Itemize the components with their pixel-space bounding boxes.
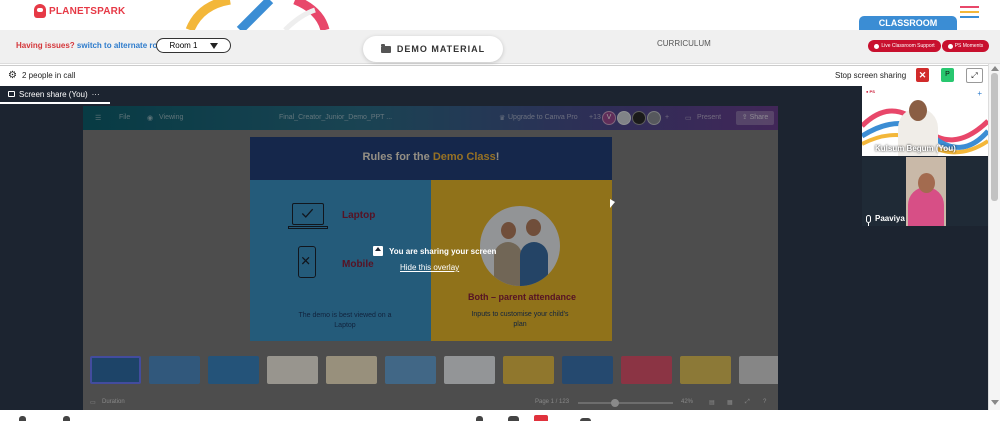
end-call-icon[interactable]: [534, 415, 548, 421]
participant-tile[interactable]: Paaviya: [862, 157, 988, 226]
bottom-controls: [0, 410, 1000, 421]
participant-face: [909, 100, 927, 121]
call-bar: ⚙ 2 people in call Stop screen sharing ✕…: [0, 65, 988, 85]
chevron-down-icon: [209, 42, 218, 49]
mic-control-icon[interactable]: [19, 416, 26, 421]
classroom-tab[interactable]: CLASSROOM: [859, 16, 957, 35]
mic-icon: [866, 144, 871, 156]
scroll-up-arrow-icon[interactable]: [991, 66, 999, 71]
self-avatar[interactable]: P: [941, 68, 954, 82]
page: PLANETSPARK CLASSROOM Having issues? swi…: [0, 0, 1000, 421]
participant-face: [918, 173, 935, 193]
gear-icon[interactable]: ⚙: [8, 70, 17, 81]
support-icon: [874, 43, 880, 49]
control-icon[interactable]: [476, 416, 483, 421]
live-classroom-support-label: Live Classroom Support: [881, 43, 935, 49]
issue-notice: Having issues? switch to alternate room: [16, 41, 169, 50]
live-classroom-support-button[interactable]: Live Classroom Support: [868, 40, 941, 52]
screen-share-menu-icon[interactable]: ···: [92, 90, 100, 99]
share-screen-icon: [373, 246, 383, 256]
screen-share-tab[interactable]: Screen share (You) ···: [0, 86, 110, 104]
meeting-stage: Screen share (You) ··· ☰ File ◉ Viewing …: [0, 86, 988, 410]
sharing-overlay: [83, 106, 778, 410]
hide-overlay-link[interactable]: Hide this overlay: [400, 263, 459, 272]
folder-icon: [380, 43, 391, 53]
screen-share-icon: [8, 91, 15, 97]
control-icon[interactable]: [508, 416, 519, 421]
scrollbar-thumb[interactable]: [991, 73, 998, 201]
camera-control-icon[interactable]: [63, 416, 70, 421]
issue-text: Having issues?: [16, 41, 75, 50]
camera-icon: [947, 43, 953, 49]
hamburger-menu-icon[interactable]: [960, 6, 979, 21]
top-header: PLANETSPARK CLASSROOM: [0, 0, 1000, 35]
participant-tile[interactable]: ● PS + Kulsum Begum (You): [862, 86, 988, 156]
stop-sharing-button[interactable]: ✕: [916, 68, 929, 82]
curriculum-tab[interactable]: CURRICULUM: [657, 39, 711, 48]
demo-material-button[interactable]: DEMO MATERIAL: [363, 36, 503, 62]
logo-text: PLANETSPARK: [49, 5, 126, 17]
logo[interactable]: PLANETSPARK: [34, 4, 125, 18]
ps-moments-button[interactable]: PS Moments: [942, 40, 989, 52]
planetspark-logo-icon: [34, 4, 46, 18]
participant-name-bar: Paaviya: [866, 214, 905, 226]
stop-sharing-label: Stop screen sharing: [835, 71, 907, 80]
overlay-message-text: You are sharing your screen: [389, 246, 497, 256]
mic-icon: [866, 214, 871, 226]
overlay-message: You are sharing your screen: [373, 246, 496, 256]
participant-name: Paaviya: [875, 214, 905, 223]
page-scrollbar[interactable]: [988, 64, 1000, 410]
demo-material-label: DEMO MATERIAL: [396, 44, 486, 54]
room-select[interactable]: Room 1: [156, 38, 231, 53]
participant-name: Kulsum Begum (You): [875, 144, 956, 153]
mouse-cursor-icon: [610, 199, 615, 208]
participant-name-bar: Kulsum Begum (You): [866, 144, 956, 156]
fullscreen-icon[interactable]: ⤢: [966, 68, 983, 83]
header-decoration: [185, 0, 330, 30]
people-count: 2 people in call: [22, 71, 76, 80]
screen-share-label: Screen share (You): [19, 89, 88, 99]
scroll-down-arrow-icon[interactable]: [991, 400, 999, 405]
ps-moments-label: PS Moments: [954, 43, 984, 49]
room-select-value: Room 1: [169, 41, 198, 50]
